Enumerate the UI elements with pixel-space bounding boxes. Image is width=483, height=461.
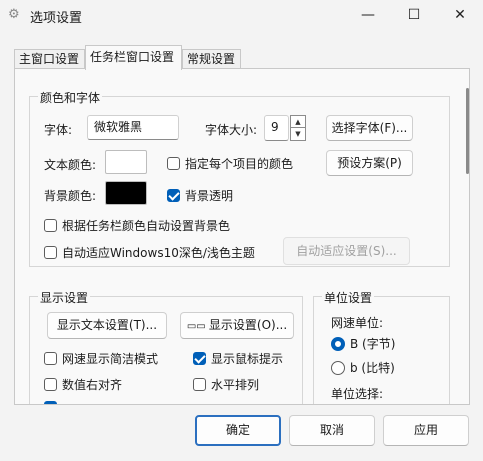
title-bar: ⚙ 选项设置 — ☐ ✕: [0, 0, 483, 30]
font-size-label: 字体大小:: [205, 123, 258, 137]
minimize-button[interactable]: —: [345, 0, 391, 30]
font-name-field[interactable]: 微软雅黑: [87, 115, 179, 140]
mouse-tooltip-checkbox[interactable]: 显示鼠标提示: [193, 350, 283, 367]
tab-panel: 颜色和字体 字体: 微软雅黑 字体大小: 9 ▲ ▼ 选择字体(F)... 文本…: [14, 68, 470, 405]
select-font-button[interactable]: 选择字体(F)...: [326, 115, 413, 141]
auto-theme-label: 自动适应Windows10深色/浅色主题: [62, 246, 255, 260]
radio-bytes-label: B (字节): [350, 337, 396, 351]
checkbox-box[interactable]: [44, 378, 57, 391]
unit-select-label: 单位选择:: [331, 387, 384, 401]
display-settings-title: 显示设置: [38, 289, 91, 306]
tab-taskbar-window[interactable]: 任务栏窗口设置: [85, 45, 182, 70]
checkbox-box[interactable]: [167, 189, 180, 202]
auto-theme-checkbox[interactable]: 自动适应Windows10深色/浅色主题: [44, 244, 255, 261]
tab-main-window[interactable]: 主窗口设置: [14, 49, 85, 69]
per-item-color-label: 指定每个项目的颜色: [185, 157, 294, 171]
display-settings-button[interactable]: ▭▭ 显示设置(O)...: [180, 312, 294, 339]
auto-adapt-settings-button: 自动适应设置(S)...: [283, 237, 410, 265]
gear-icon: ⚙: [8, 7, 20, 22]
apply-button[interactable]: 应用: [383, 415, 469, 446]
checkbox-box[interactable]: [44, 246, 57, 259]
radio-dot[interactable]: [331, 360, 345, 375]
horizontal-layout-checkbox[interactable]: 水平排列: [193, 376, 259, 393]
close-button[interactable]: ✕: [437, 0, 483, 30]
compact-mode-label: 网速显示简洁模式: [62, 352, 159, 366]
radio-dot[interactable]: [331, 336, 345, 351]
compact-mode-checkbox[interactable]: 网速显示简洁模式: [44, 350, 158, 367]
window-title: 选项设置: [30, 11, 83, 26]
unit-settings-title: 单位设置: [322, 289, 375, 306]
auto-bg-label: 根据任务栏颜色自动设置背景色: [62, 219, 231, 233]
tab-general[interactable]: 常规设置: [182, 49, 241, 69]
text-color-label: 文本颜色:: [44, 158, 97, 172]
ok-button[interactable]: 确定: [195, 415, 281, 446]
font-size-field[interactable]: 9: [264, 115, 289, 141]
cancel-button[interactable]: 取消: [289, 415, 375, 446]
scrollbar-thumb[interactable]: [466, 88, 469, 174]
right-align-label: 数值右对齐: [62, 378, 123, 392]
per-item-color-checkbox[interactable]: 指定每个项目的颜色: [167, 155, 293, 172]
radio-bytes[interactable]: B (字节): [331, 335, 395, 352]
maximize-button[interactable]: ☐: [391, 0, 437, 30]
spin-down-icon[interactable]: ▼: [291, 128, 305, 140]
horizontal-layout-label: 水平排列: [211, 378, 260, 392]
bg-transparent-checkbox[interactable]: 背景透明: [167, 187, 233, 204]
bg-transparent-label: 背景透明: [185, 189, 234, 203]
speed-unit-label: 网速单位:: [331, 316, 384, 330]
radio-bits[interactable]: b (比特): [331, 359, 395, 376]
right-align-checkbox[interactable]: 数值右对齐: [44, 376, 122, 393]
text-settings-button[interactable]: 显示文本设置(T)...: [47, 312, 167, 339]
clipped-checkbox[interactable]: [44, 401, 57, 404]
checkbox-box[interactable]: [167, 157, 180, 170]
display-icon: ▭▭: [186, 321, 209, 332]
checkbox-box[interactable]: [193, 378, 206, 391]
text-color-swatch[interactable]: [105, 150, 147, 174]
radio-bits-label: b (比特): [350, 361, 395, 375]
checkbox-box[interactable]: [193, 352, 206, 365]
spin-up-icon[interactable]: ▲: [291, 116, 305, 128]
color-font-group-title: 颜色和字体: [38, 89, 103, 106]
mouse-tooltip-label: 显示鼠标提示: [211, 352, 284, 366]
font-label: 字体:: [44, 123, 73, 137]
auto-bg-checkbox[interactable]: 根据任务栏颜色自动设置背景色: [44, 217, 230, 234]
checkbox-box[interactable]: [44, 352, 57, 365]
bg-color-swatch[interactable]: [105, 181, 147, 205]
font-size-spinner[interactable]: ▲ ▼: [290, 115, 306, 141]
preset-button[interactable]: 预设方案(P): [326, 150, 413, 176]
display-settings-button-label: 显示设置(O)...: [208, 318, 288, 332]
checkbox-box[interactable]: [44, 219, 57, 232]
bg-color-label: 背景颜色:: [44, 189, 97, 203]
